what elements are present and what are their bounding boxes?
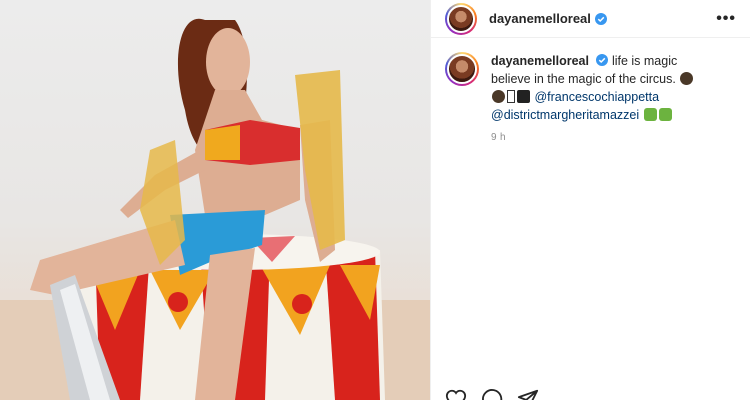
comment-icon[interactable] (481, 388, 503, 400)
missing-glyph-icon (507, 90, 515, 103)
action-bar (445, 388, 539, 400)
mention-link[interactable]: @districtmargheritamazzei (491, 108, 639, 122)
post-side-panel: dayanemelloreal ••• dayanemelloreal life… (430, 0, 750, 400)
caption-avatar[interactable] (445, 52, 479, 86)
instagram-post: dayanemelloreal ••• dayanemelloreal life… (0, 0, 750, 400)
film-reel-emoji-icon (680, 72, 694, 85)
film-reel-emoji-icon (492, 90, 505, 103)
caption-username[interactable]: dayanemelloreal (491, 54, 589, 68)
caption-text-line2: believe in the magic of the circus. (491, 72, 676, 86)
camera-emoji-icon (517, 90, 530, 103)
post-timestamp[interactable]: 9 h (491, 132, 750, 143)
header-username[interactable]: dayanemelloreal (489, 11, 591, 26)
avatar[interactable] (445, 2, 477, 35)
heart-icon[interactable] (445, 388, 467, 400)
more-options-icon[interactable]: ••• (716, 10, 736, 28)
post-photo-illustration (0, 18, 430, 400)
caption: dayanemelloreal life is magic believe in… (491, 52, 731, 124)
mention-link[interactable]: @francescochiappetta (534, 90, 659, 104)
grapes-emoji-icon (643, 108, 657, 121)
verified-badge-icon (594, 12, 607, 25)
share-icon[interactable] (517, 388, 539, 400)
caption-text-line1: life is magic (611, 54, 678, 68)
post-image[interactable] (0, 0, 430, 400)
grapes-emoji-icon (658, 108, 672, 121)
post-header: dayanemelloreal ••• (431, 0, 750, 38)
caption-row: dayanemelloreal life is magic believe in… (431, 38, 750, 124)
verified-badge-icon (596, 54, 609, 66)
